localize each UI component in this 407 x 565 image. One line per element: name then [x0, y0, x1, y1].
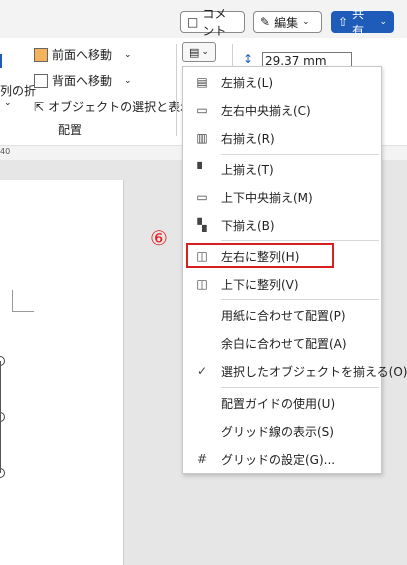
bring-forward-button[interactable]: 前面へ移動 ⌄: [34, 46, 132, 63]
menu-item-align-left[interactable]: ▤ 左揃え(L): [183, 69, 381, 95]
align-menu: ▤ 左揃え(L) ▭ 左右中央揃え(C) ▥ 右揃え(R) ▘ 上揃え(T) ▭…: [182, 66, 407, 474]
menu-item-distribute-vertical[interactable]: ◫ 上下に整列(V): [183, 271, 381, 297]
menu-item-show-gridlines[interactable]: グリッド線の表示(S): [183, 418, 381, 444]
menu-item-align-bottom[interactable]: ▚ 下揃え(B): [183, 212, 381, 238]
comment-label: コメント: [202, 7, 227, 38]
selection-pane-button[interactable]: ⇱ オブジェクトの選択と表示: [34, 98, 192, 115]
chevron-down-icon: ⌄: [124, 49, 132, 60]
menu-item-label: 上下に整列(V): [221, 277, 299, 292]
share-button[interactable]: ⇧ 共有 ⌄: [331, 7, 394, 38]
menu-item-align-middle[interactable]: ▭ 上下中央揃え(M): [183, 184, 381, 210]
ruler-mark: 40: [0, 147, 11, 156]
shape-outline: [0, 361, 1, 473]
menu-item-label: 下揃え(B): [221, 218, 275, 233]
menu-item-label: 用紙に合わせて配置(P): [221, 308, 346, 323]
bring-forward-icon: [34, 47, 48, 62]
menu-separator: [221, 240, 379, 241]
chevron-down-icon: ⌄: [302, 17, 310, 27]
menu-item-label: 右揃え(R): [221, 131, 275, 146]
ribbon-left-icon: [0, 54, 12, 68]
align-left-icon: ▤: [189, 45, 200, 59]
selection-pane-icon: ⇱: [34, 99, 45, 114]
height-icon: ↕: [243, 52, 254, 66]
wrap-text-button[interactable]: 列の折: [0, 82, 36, 99]
edit-mode-button[interactable]: ✎ 編集 ⌄: [253, 11, 322, 33]
bring-forward-label: 前面へ移動: [52, 48, 113, 62]
align-dropdown-button[interactable]: ▤ ⌄: [182, 42, 216, 62]
title-bar: □ コメント ✎ 編集 ⌄ ⇧ 共有 ⌄: [0, 0, 407, 38]
comment-button[interactable]: □ コメント: [180, 7, 245, 38]
document-page: [0, 180, 124, 565]
chevron-down-icon: ⌄: [379, 17, 387, 27]
distribute-vertical-icon: ◫: [196, 277, 208, 291]
pencil-icon: ✎: [260, 15, 271, 29]
menu-item-label: 選択したオブジェクトを揃える(O): [221, 364, 407, 379]
chevron-down-icon: ⌄: [201, 47, 209, 57]
align-center-icon: ▭: [196, 103, 208, 117]
menu-separator: [221, 154, 379, 155]
grid-icon: #: [196, 452, 208, 466]
menu-item-align-center[interactable]: ▭ 左右中央揃え(C): [183, 97, 381, 123]
align-bottom-icon: ▚: [197, 218, 207, 232]
send-backward-label: 背面へ移動: [52, 74, 113, 88]
wrap-text-label: 列の折: [0, 84, 37, 98]
menu-item-use-guides[interactable]: 配置ガイドの使用(U): [183, 390, 381, 416]
menu-separator: [221, 387, 379, 388]
align-right-icon: ▥: [196, 131, 208, 145]
menu-item-align-right[interactable]: ▥ 右揃え(R): [183, 125, 381, 151]
highlight-box: [186, 243, 334, 268]
edit-label: 編集: [274, 15, 299, 30]
menu-separator: [221, 299, 379, 300]
menu-item-label: 左揃え(L): [221, 75, 274, 90]
align-left-icon: ▤: [196, 75, 208, 89]
menu-item-label: 配置ガイドの使用(U): [221, 396, 336, 411]
step-number-badge: ⑥: [150, 226, 168, 250]
menu-item-label: 上揃え(T): [221, 162, 274, 177]
menu-item-label: グリッドの設定(G)...: [221, 452, 336, 467]
send-backward-icon: [34, 73, 48, 88]
selection-pane-label: オブジェクトの選択と表示: [48, 100, 193, 114]
menu-item-align-to-margin[interactable]: 余白に合わせて配置(A): [183, 330, 381, 356]
wrap-chevron-icon: ⌄: [4, 98, 12, 108]
menu-item-align-selected[interactable]: ✓ 選択したオブジェクトを揃える(O): [183, 358, 407, 384]
checkmark-icon: ✓: [196, 364, 208, 378]
menu-item-label: 余白に合わせて配置(A): [221, 336, 347, 351]
align-middle-icon: ▭: [196, 190, 208, 204]
comment-icon: □: [187, 15, 199, 29]
ribbon-divider: [176, 44, 177, 136]
align-top-icon: ▘: [197, 162, 207, 176]
menu-item-label: 左右中央揃え(C): [221, 103, 311, 118]
share-label: 共有: [352, 7, 365, 38]
menu-item-label: グリッド線の表示(S): [221, 424, 334, 439]
margin-corner-mark: [12, 290, 34, 312]
chevron-down-icon: ⌄: [124, 75, 132, 86]
menu-item-grid-settings[interactable]: # グリッドの設定(G)...: [183, 446, 381, 472]
menu-item-align-top[interactable]: ▘ 上揃え(T): [183, 156, 381, 182]
send-backward-button[interactable]: 背面へ移動 ⌄: [34, 72, 132, 89]
menu-item-label: 上下中央揃え(M): [221, 190, 313, 205]
group-label: 配置: [58, 123, 83, 137]
share-icon: ⇧: [338, 15, 349, 29]
menu-item-align-to-page[interactable]: 用紙に合わせて配置(P): [183, 302, 381, 328]
